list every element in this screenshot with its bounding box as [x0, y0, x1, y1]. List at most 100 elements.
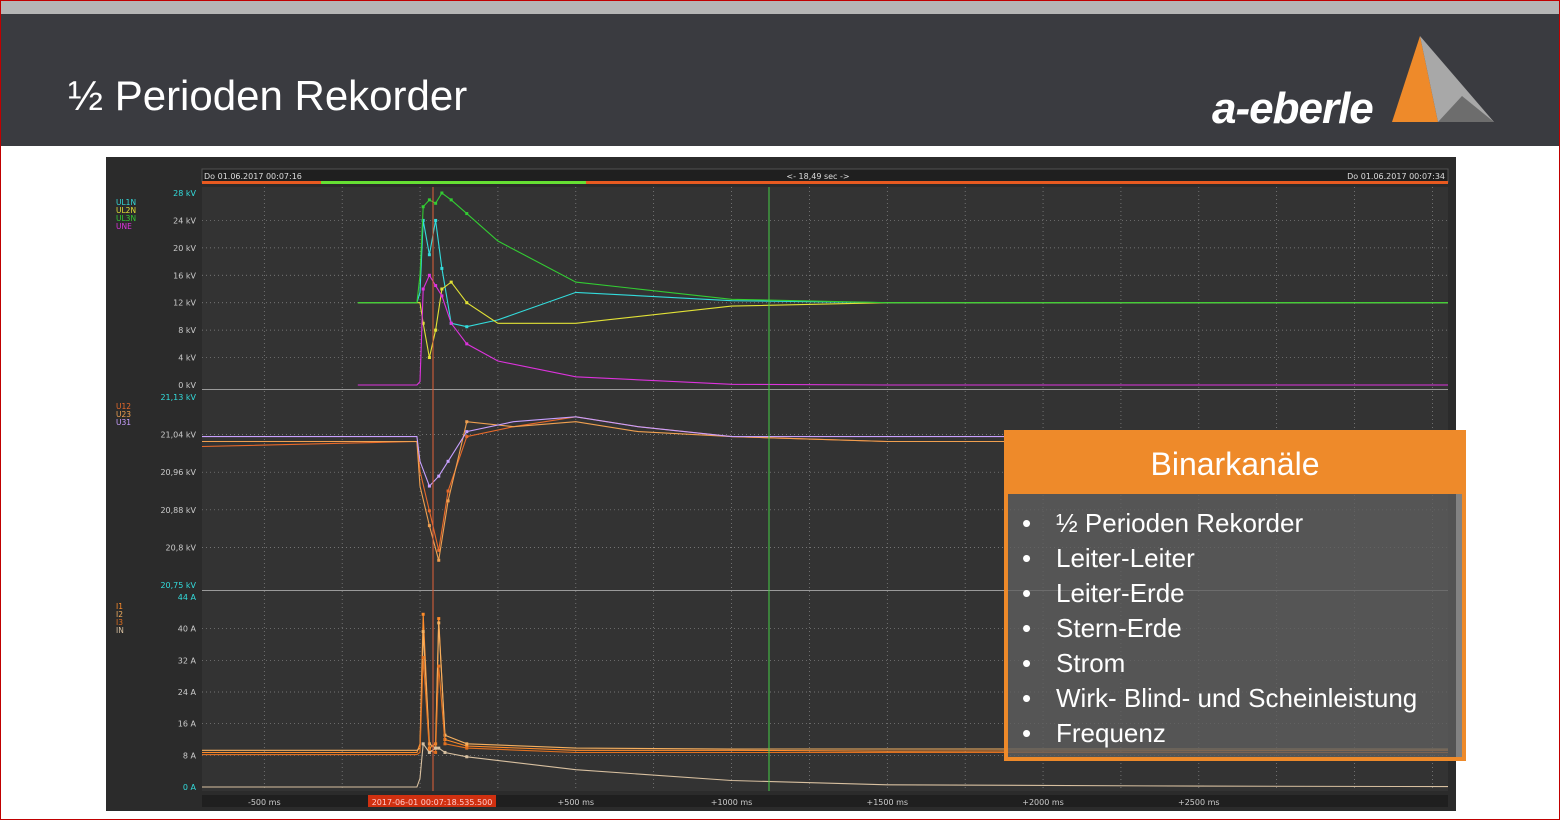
- data-point: [427, 524, 431, 528]
- y-tick-label: 40 A: [178, 625, 197, 634]
- legend-une[interactable]: UNE: [116, 222, 132, 231]
- brand-name: a-eberle: [1212, 84, 1374, 133]
- list-item: • Wirk- Blind- und Scheinleistung: [1018, 681, 1417, 716]
- data-point: [421, 205, 425, 209]
- list-item-label: Stern-Erde: [1056, 613, 1182, 643]
- page-title: ½ Perioden Rekorder: [68, 72, 468, 119]
- binary-channel-list: • ½ Perioden Rekorder • Leiter-Leiter • Lei…: [1018, 506, 1417, 751]
- cursor-time-label: 2017-06-01 00:07:18.535.500: [372, 798, 493, 807]
- y-tick-label: 20 kV: [173, 244, 196, 253]
- bullet-icon: •: [1022, 648, 1032, 678]
- data-point: [465, 325, 469, 329]
- list-item-label: Leiter-Erde: [1056, 578, 1185, 608]
- y-tick-label: 28 kV: [173, 189, 196, 198]
- list-item: • Leiter-Erde: [1018, 576, 1417, 611]
- x-tick-label: +2000 ms: [1022, 798, 1064, 807]
- time-span-label: <- 18,49 sec ->: [786, 172, 849, 181]
- y-tick-label: 12 kV: [173, 299, 196, 308]
- bullet-icon: •: [1022, 683, 1032, 713]
- legend-in[interactable]: IN: [116, 626, 124, 635]
- time-end-label: Do 01.06.2017 00:07:34: [1347, 172, 1445, 181]
- list-item: • Strom: [1018, 646, 1417, 681]
- list-item-label: ½ Perioden Rekorder: [1056, 508, 1304, 538]
- list-item: • Frequenz: [1018, 716, 1417, 751]
- y-tick-label: 8 kV: [178, 326, 196, 335]
- data-point: [434, 201, 438, 205]
- x-tick-label: +1000 ms: [711, 798, 753, 807]
- bullet-icon: •: [1022, 508, 1032, 538]
- data-point: [421, 655, 425, 659]
- data-point: [427, 253, 431, 257]
- time-start-label: Do 01.06.2017 00:07:16: [204, 172, 302, 181]
- data-point: [437, 664, 441, 668]
- data-point: [421, 630, 425, 634]
- data-point: [421, 287, 425, 291]
- data-point: [443, 742, 447, 746]
- brand-logo-icon: [1392, 36, 1494, 122]
- y-tick-label: 24 A: [178, 688, 197, 697]
- data-point: [465, 301, 469, 305]
- data-point: [434, 284, 438, 288]
- list-item-label: Leiter-Leiter: [1056, 543, 1195, 573]
- data-point: [434, 750, 438, 754]
- y-tick-label: 16 kV: [173, 271, 196, 280]
- x-tick-label: +500 ms: [558, 798, 594, 807]
- binary-channels-panel: Binarkanäle • ½ Perioden Rekorder • Leiter…: [1004, 430, 1466, 761]
- data-point: [434, 746, 438, 750]
- data-point: [465, 420, 469, 424]
- list-item: • Stern-Erde: [1018, 611, 1417, 646]
- data-point: [446, 459, 450, 463]
- data-point: [440, 191, 444, 195]
- data-point: [465, 746, 469, 750]
- x-tick-label: +2500 ms: [1178, 798, 1220, 807]
- y-tick-label: 4 kV: [178, 354, 196, 363]
- data-point: [443, 750, 447, 754]
- x-tick-label: -500 ms: [248, 798, 281, 807]
- list-item: • ½ Perioden Rekorder: [1018, 506, 1417, 541]
- binary-panel-title: Binarkanäle: [1008, 434, 1462, 494]
- data-point: [437, 617, 441, 621]
- bullet-icon: •: [1022, 543, 1032, 573]
- data-point: [427, 356, 431, 360]
- data-point: [449, 321, 453, 325]
- y-tick-label: 21,04 kV: [160, 431, 196, 440]
- list-item-label: Strom: [1056, 648, 1126, 678]
- legend-u31[interactable]: U31: [116, 418, 131, 427]
- data-point: [437, 746, 441, 750]
- data-point: [434, 218, 438, 222]
- y-tick-label: 32 A: [178, 656, 197, 665]
- data-point: [446, 499, 450, 503]
- y-tick-label: 16 A: [178, 720, 197, 729]
- list-item-label: Frequenz: [1056, 718, 1166, 748]
- data-point: [437, 474, 441, 478]
- y-tick-label: 21,13 kV: [160, 393, 196, 402]
- y-tick-label: 0 A: [183, 783, 197, 792]
- data-point: [440, 287, 444, 291]
- top-strip: [0, 0, 1560, 14]
- y-tick-label: 20,75 kV: [160, 581, 196, 590]
- list-item-label: Wirk- Blind- und Scheinleistung: [1056, 683, 1418, 713]
- data-point: [427, 273, 431, 277]
- data-point: [465, 435, 469, 439]
- data-point: [440, 266, 444, 270]
- data-point: [421, 612, 425, 616]
- data-point: [446, 489, 450, 493]
- bullet-icon: •: [1022, 613, 1032, 643]
- data-point: [465, 430, 469, 434]
- data-point: [421, 742, 425, 746]
- data-point: [437, 558, 441, 562]
- y-tick-label: 0 kV: [178, 381, 196, 390]
- data-point: [427, 484, 431, 488]
- data-point: [449, 280, 453, 284]
- data-point: [465, 742, 469, 746]
- list-item: • Leiter-Leiter: [1018, 541, 1417, 576]
- data-point: [449, 198, 453, 202]
- data-point: [465, 212, 469, 216]
- bullet-icon: •: [1022, 578, 1032, 608]
- data-point: [437, 621, 441, 625]
- data-point: [465, 342, 469, 346]
- y-tick-label: 44 A: [178, 593, 197, 602]
- data-point: [434, 328, 438, 332]
- bullet-icon: •: [1022, 718, 1032, 748]
- y-tick-label: 8 A: [183, 751, 197, 760]
